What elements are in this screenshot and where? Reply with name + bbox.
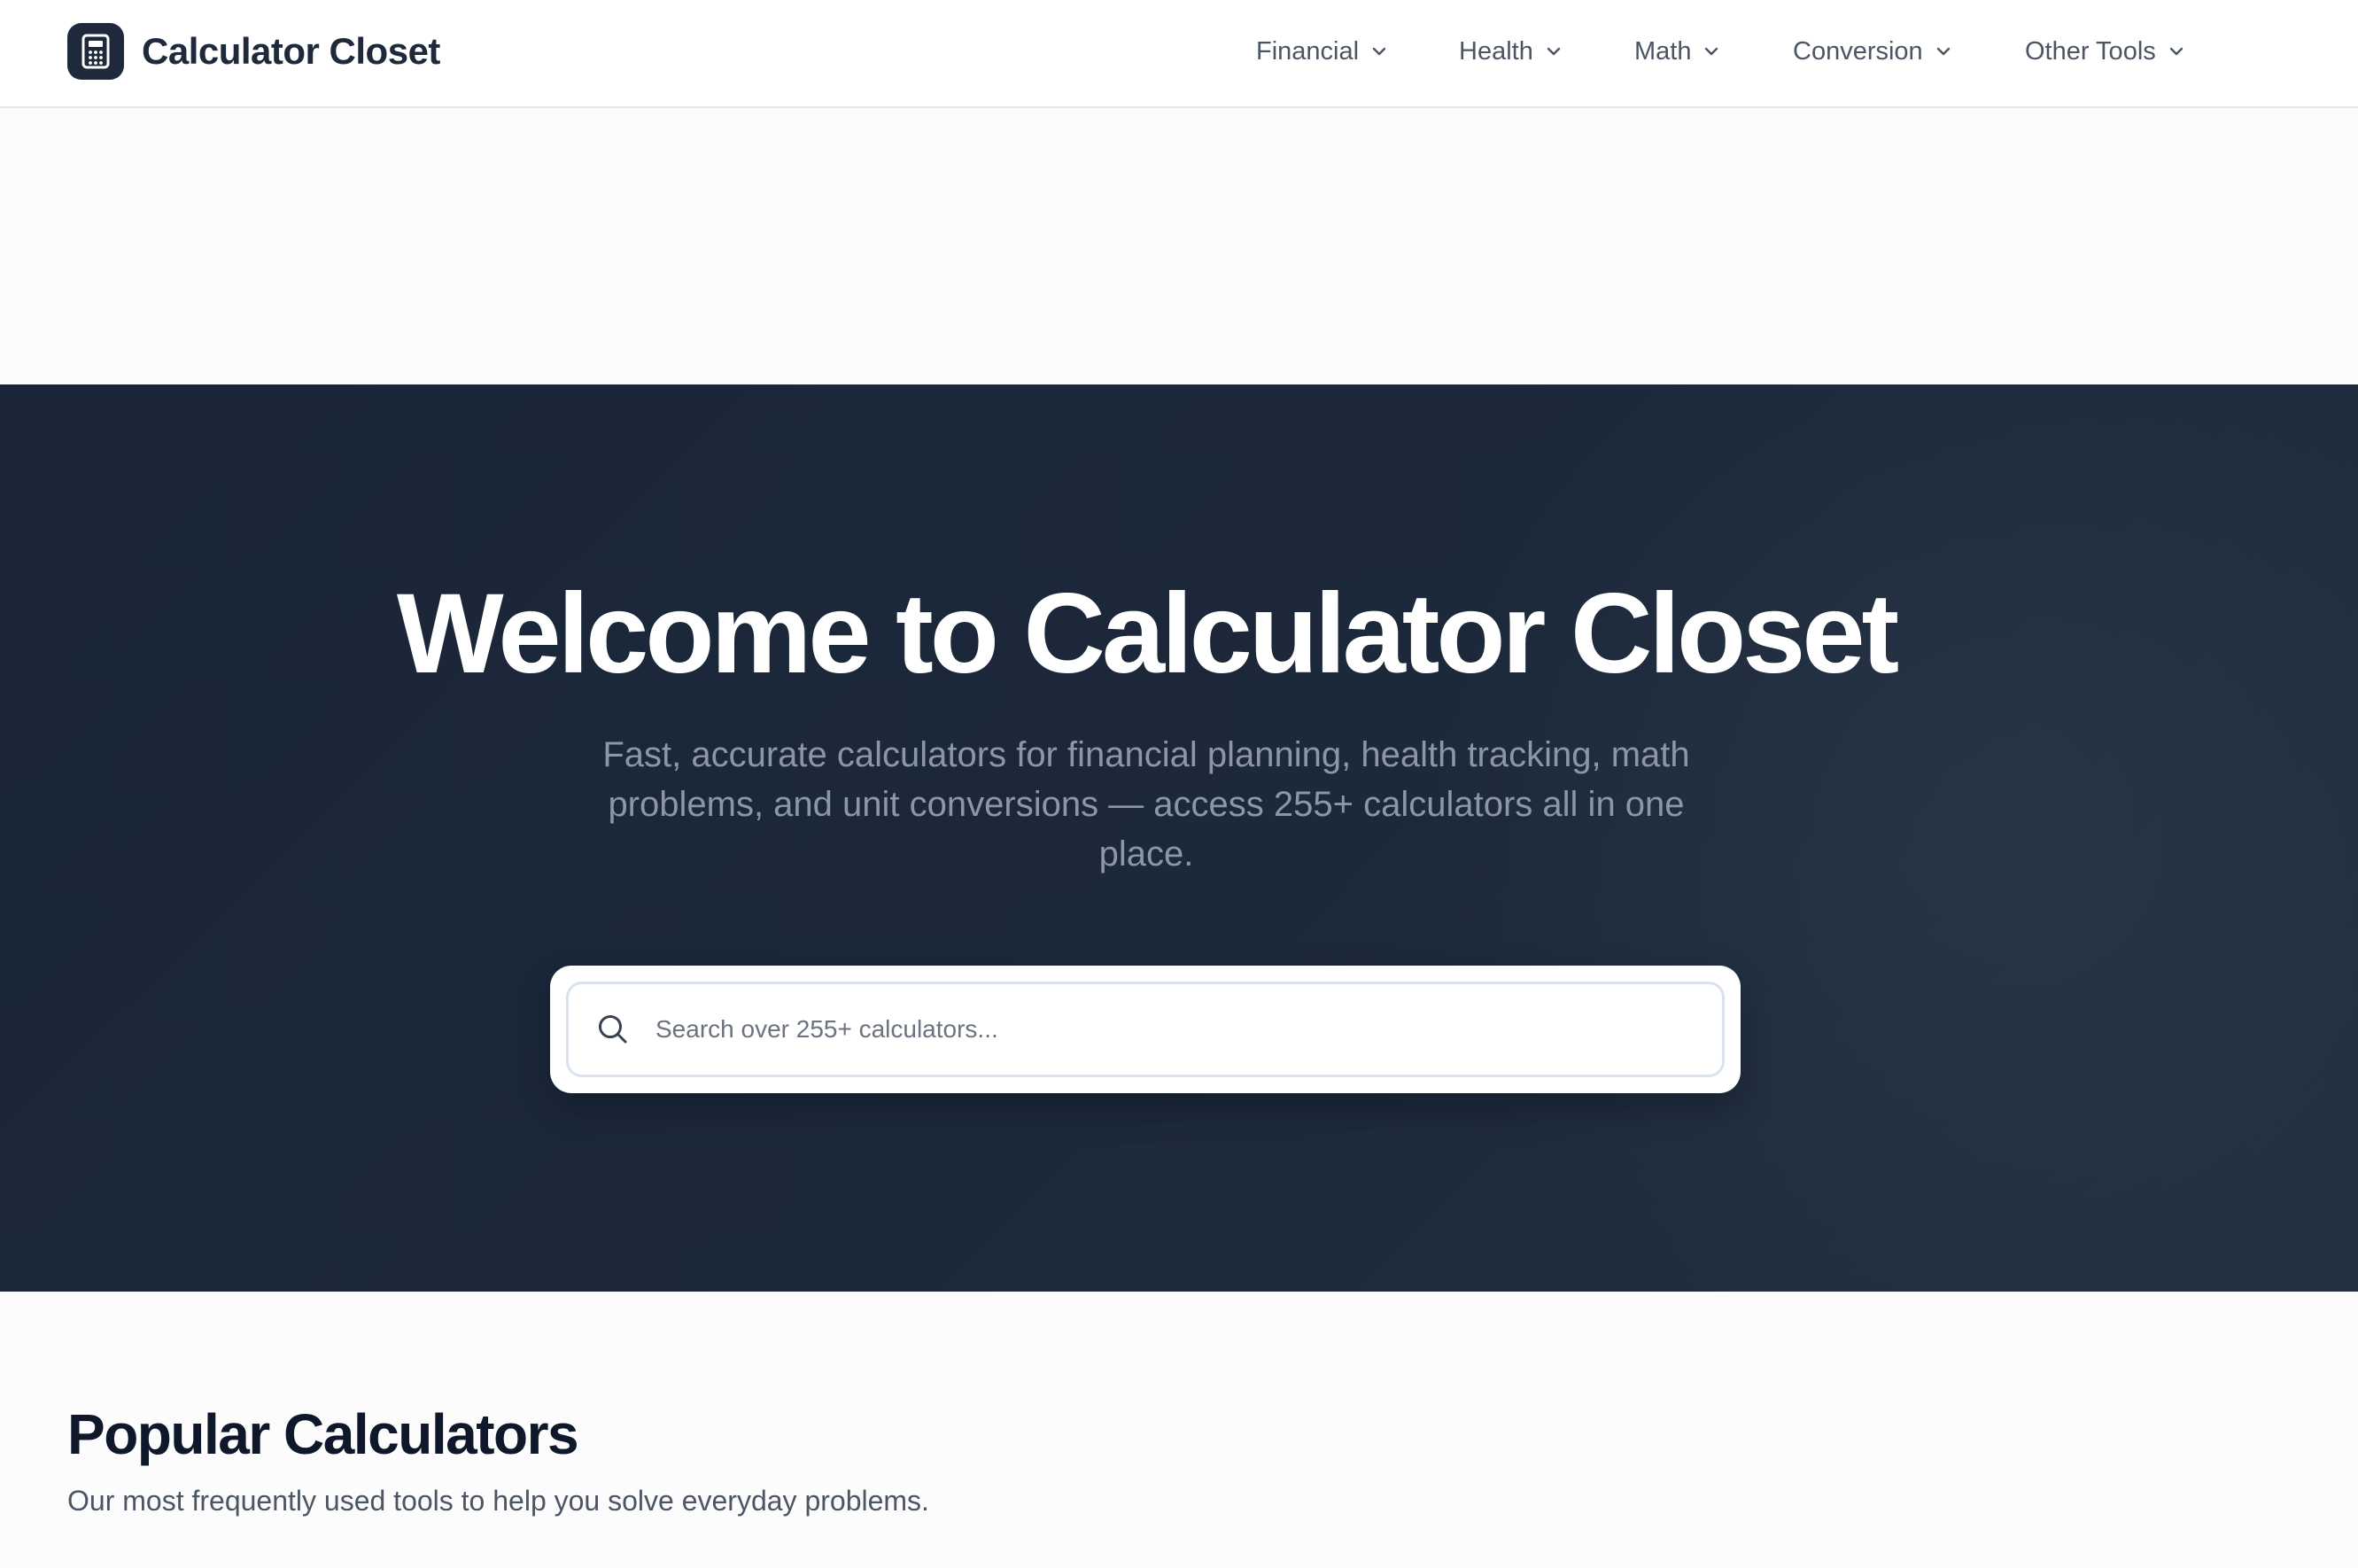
chevron-down-icon: [1369, 42, 1389, 61]
search-icon: [595, 1012, 631, 1047]
nav-item-other-tools[interactable]: Other Tools: [2025, 34, 2186, 69]
calculator-icon: [67, 23, 124, 80]
chevron-down-icon: [1702, 42, 1721, 61]
nav-label: Financial: [1256, 36, 1360, 66]
site-header: Calculator Closet Financial Health Math …: [0, 0, 2358, 108]
chevron-down-icon: [1544, 42, 1563, 61]
hero-subtitle: Fast, accurate calculators for financial…: [602, 735, 1690, 873]
search-box[interactable]: [566, 982, 1725, 1077]
nav-label: Health: [1459, 36, 1533, 66]
chevron-down-icon: [1934, 42, 1953, 61]
brand-name: Calculator Closet: [142, 30, 440, 72]
hero-title: Welcome to Calculator Closet: [396, 571, 1899, 697]
nav-item-math[interactable]: Math: [1634, 34, 1721, 69]
hero-section: Welcome to Calculator Closet Fast, accur…: [0, 384, 2358, 1292]
chevron-down-icon: [2167, 42, 2186, 61]
search-card: [550, 966, 1741, 1093]
nav-item-conversion[interactable]: Conversion: [1793, 34, 1953, 69]
search-input[interactable]: [654, 1003, 1681, 1056]
section-subtitle: Our most frequently used tools to help y…: [67, 1485, 929, 1517]
brand-link[interactable]: Calculator Closet: [67, 23, 440, 80]
nav-label: Conversion: [1793, 36, 1923, 66]
nav-item-health[interactable]: Health: [1459, 34, 1563, 69]
section-title: Popular Calculators: [67, 1402, 579, 1466]
nav-label: Math: [1634, 36, 1692, 66]
nav-label: Other Tools: [2025, 36, 2156, 66]
nav-item-financial[interactable]: Financial: [1256, 34, 1389, 69]
